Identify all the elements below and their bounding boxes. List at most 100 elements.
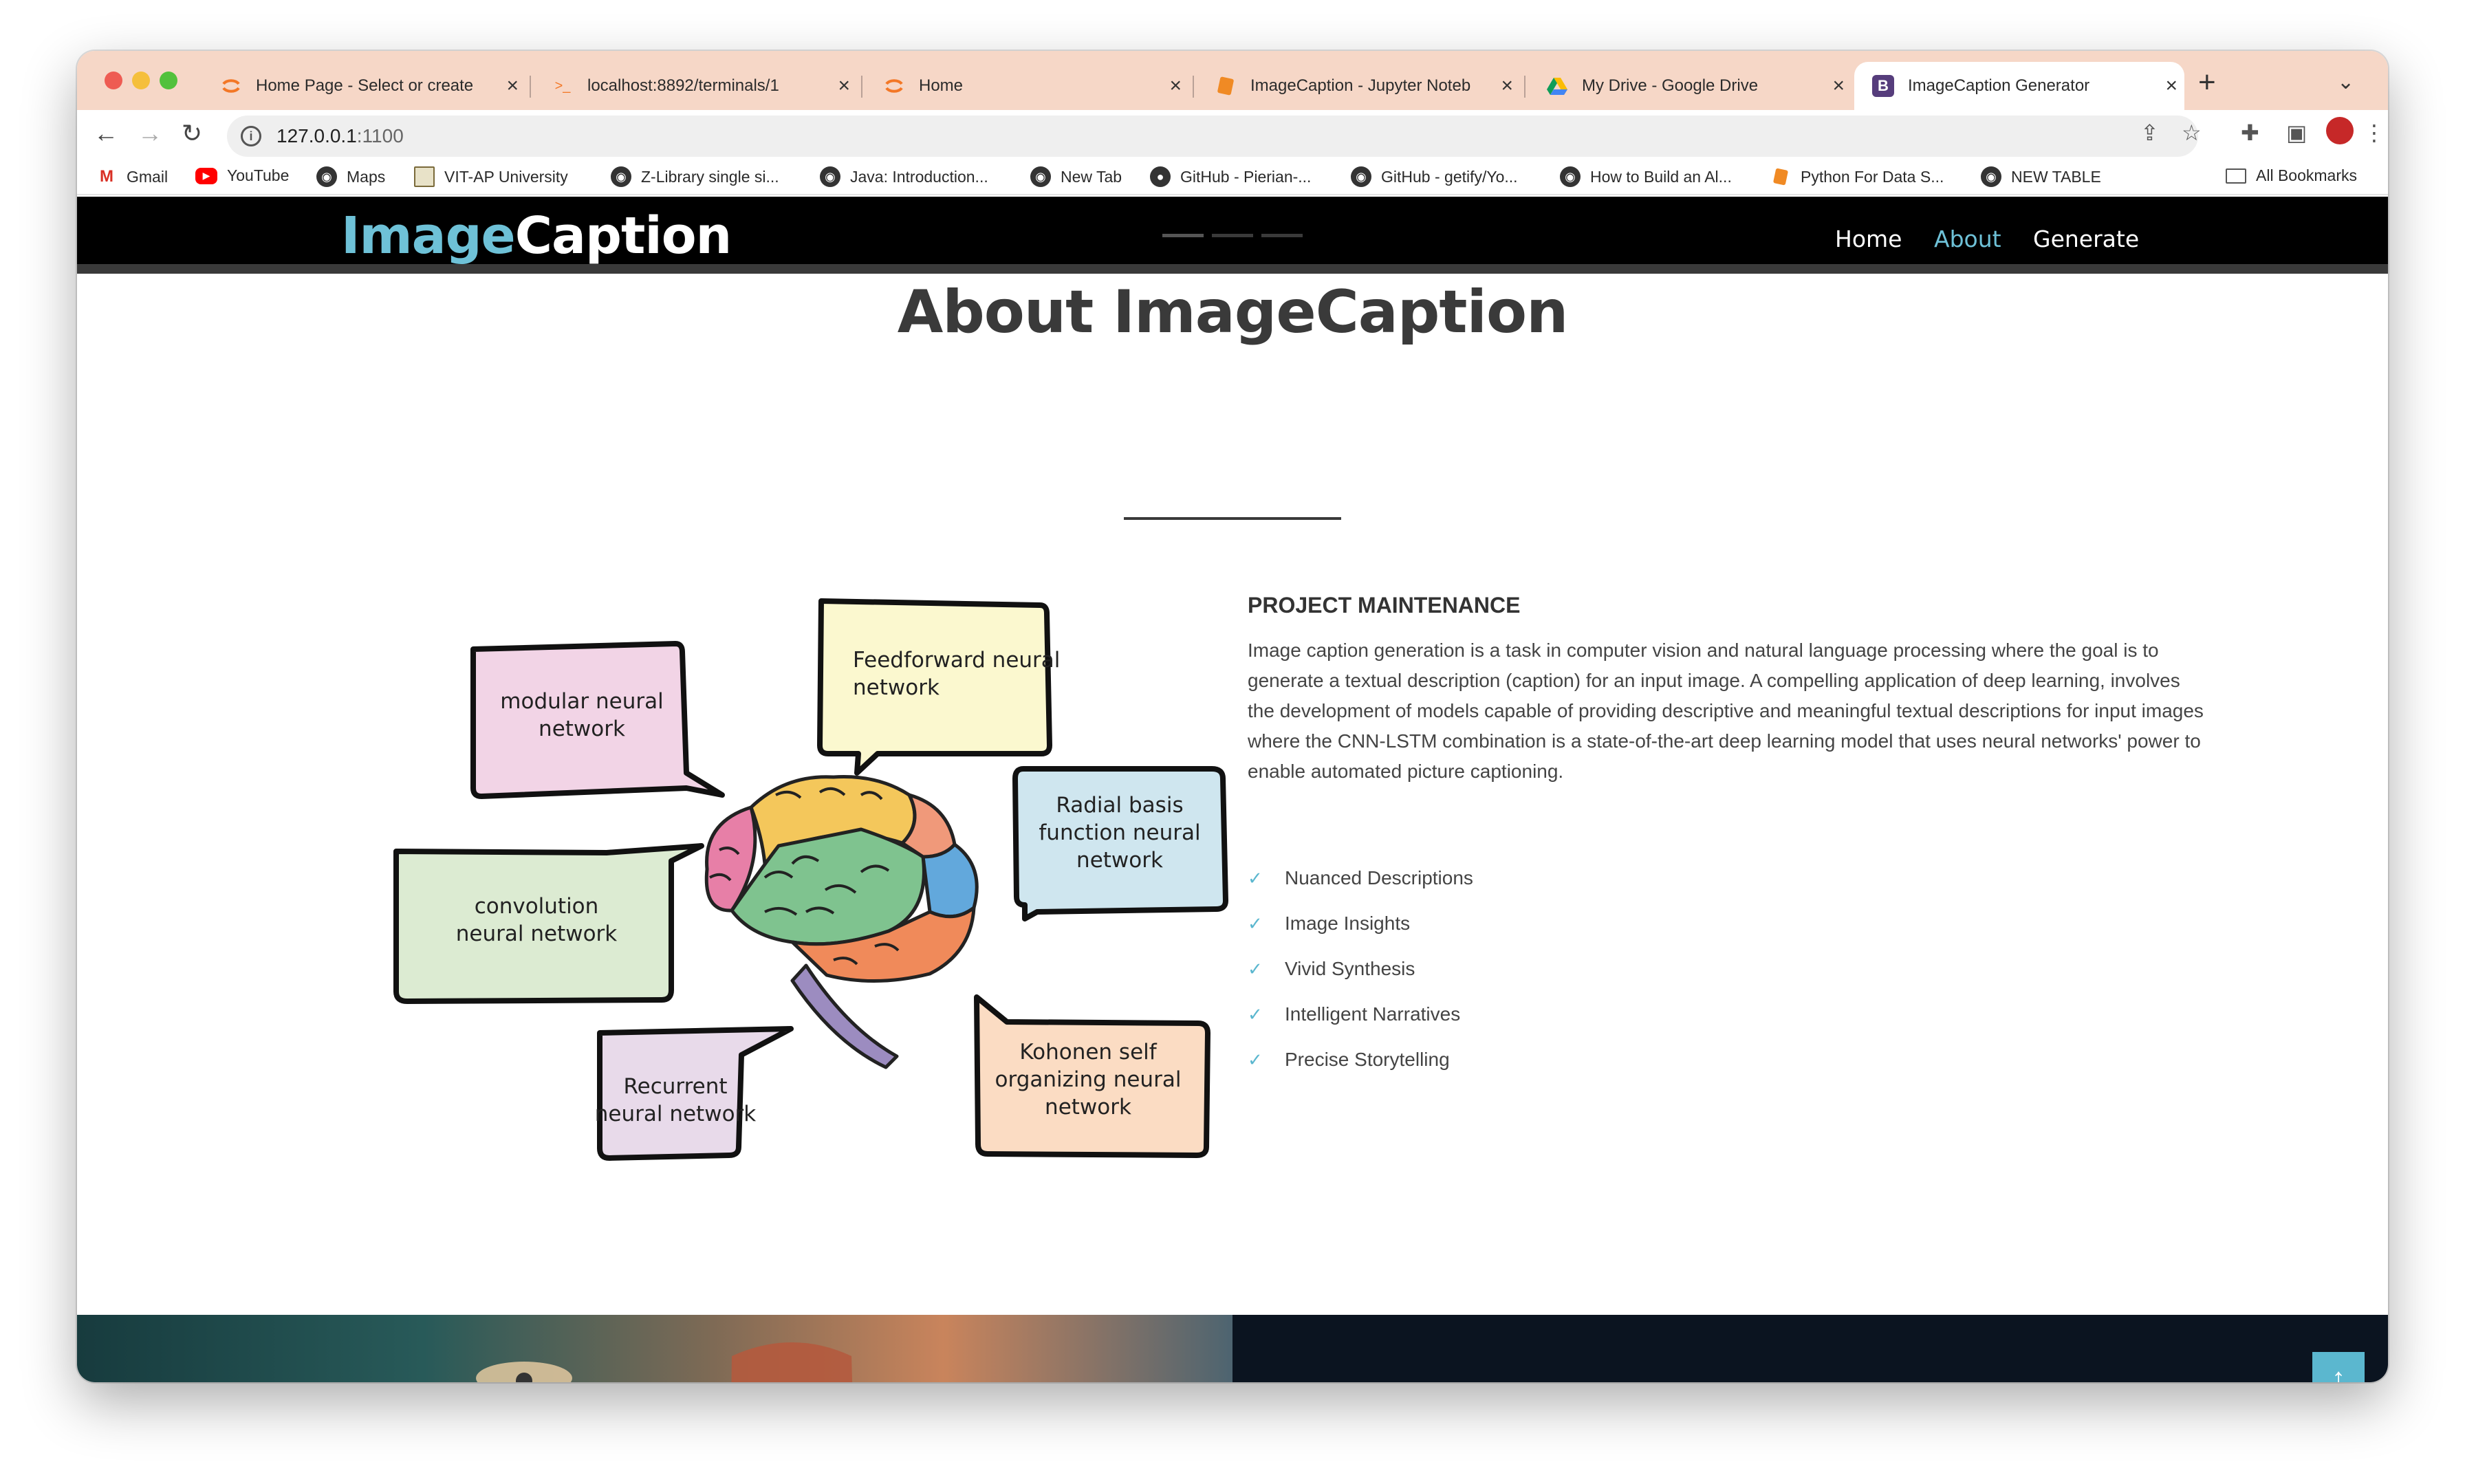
tab-title: localhost:8892/terminals/1 (587, 76, 779, 95)
loader-dash (1212, 234, 1253, 237)
bookmark-item[interactable]: ◉ Maps (316, 166, 385, 187)
browser-tab-active[interactable]: B ImageCaption Generator × (1854, 62, 2184, 110)
google-drive-icon (1546, 75, 1568, 97)
nav-about[interactable]: About (1934, 226, 2001, 252)
close-tab-icon[interactable]: × (506, 74, 519, 98)
list-item: ✓ Intelligent Narratives (1248, 992, 1473, 1037)
page-viewport: ImageCaption Home About Generate About I… (77, 197, 2388, 1382)
globe-icon: ◉ (316, 166, 337, 187)
globe-icon: ◉ (1030, 166, 1051, 187)
tab-title: Home Page - Select or create (256, 76, 474, 95)
bookmark-star-icon[interactable]: ☆ (2182, 120, 2202, 146)
close-window-button[interactable] (105, 72, 122, 89)
back-to-top-button[interactable]: ↑ (2312, 1352, 2365, 1382)
back-arrow-icon[interactable]: ← (94, 120, 118, 147)
jupyter-icon (220, 75, 242, 97)
chevron-down-icon[interactable]: ⌄ (2337, 70, 2354, 94)
globe-icon: ◉ (611, 166, 631, 187)
bookmark-label: VIT-AP University (444, 167, 568, 186)
side-panel-icon[interactable]: ▣ (2286, 120, 2307, 146)
url-text: 127.0.0.1:1100 (276, 125, 404, 146)
tab-title: ImageCaption - Jupyter Noteb (1250, 76, 1471, 95)
all-bookmarks-button[interactable]: All Bookmarks (2226, 166, 2357, 185)
close-tab-icon[interactable]: × (2165, 74, 2178, 98)
gallery-strip (77, 1315, 2388, 1382)
close-tab-icon[interactable]: × (838, 74, 850, 98)
close-tab-icon[interactable]: × (1832, 74, 1845, 98)
folder-icon (2226, 168, 2246, 184)
address-bar[interactable]: i 127.0.0.1:1100 (227, 116, 2198, 157)
tab-separator (530, 76, 531, 98)
new-tab-button[interactable]: + (2198, 67, 2216, 98)
gallery-image-left (77, 1315, 1232, 1382)
tab-title: Home (919, 76, 964, 95)
bookmark-label: Maps (347, 167, 386, 186)
bookmark-item[interactable]: ◉ GitHub - getify/Yo... (1351, 166, 1518, 187)
nav-home[interactable]: Home (1835, 226, 1902, 252)
bookmark-item[interactable]: VIT-AP University (414, 166, 568, 187)
site-info-icon[interactable]: i (241, 126, 261, 146)
project-description: Image caption generation is a task in co… (1248, 640, 2204, 782)
list-item: ✓ Nuanced Descriptions (1248, 855, 1473, 901)
bookmarks-bar: M Gmail ▶ YouTube ◉ Maps VIT-AP Universi… (77, 161, 2388, 195)
browser-tab[interactable]: ImageCaption - Jupyter Noteb × (1197, 62, 1520, 110)
notebook-icon (1770, 166, 1791, 187)
bookmark-label: New Tab (1061, 167, 1122, 186)
browser-window: Home Page - Select or create × >_ localh… (77, 51, 2388, 1382)
check-icon: ✓ (1248, 913, 1263, 934)
bookmark-label: All Bookmarks (2256, 166, 2357, 184)
globe-icon: ◉ (1560, 166, 1581, 187)
github-icon: ● (1150, 166, 1171, 187)
feature-label: Precise Storytelling (1285, 1049, 1450, 1070)
maximize-window-button[interactable] (160, 72, 177, 89)
bookmark-item[interactable]: M Gmail (96, 166, 168, 187)
feature-label: Image Insights (1285, 913, 1411, 934)
tab-separator (861, 76, 862, 98)
browser-tab[interactable]: My Drive - Google Drive × (1528, 62, 1852, 110)
check-icon: ✓ (1248, 1049, 1263, 1070)
page-title: About ImageCaption (897, 278, 1569, 347)
feature-label: Intelligent Narratives (1285, 1003, 1461, 1025)
bookmark-label: Z-Library single si... (641, 167, 779, 186)
browser-toolbar: ← → ↻ i 127.0.0.1:1100 ⇪ ☆ ✚ ▣ ⋮ (77, 110, 2388, 161)
youtube-icon: ▶ (195, 167, 217, 184)
bookmark-item[interactable]: ◉ NEW TABLE (1981, 166, 2101, 187)
list-item: ✓ Precise Storytelling (1248, 1037, 1473, 1082)
globe-icon: ◉ (1981, 166, 2001, 187)
gallery-illustration (476, 1342, 853, 1382)
reload-icon[interactable]: ↻ (182, 120, 202, 147)
bookmark-label: How to Build an Al... (1590, 167, 1732, 186)
bookmark-item[interactable]: ◉ New Tab (1030, 166, 1122, 187)
site-logo[interactable]: ImageCaption (341, 206, 732, 265)
profile-avatar-icon[interactable] (2326, 117, 2354, 144)
share-icon[interactable]: ⇪ (2140, 120, 2159, 146)
bookmark-item[interactable]: ◉ Z-Library single si... (611, 166, 779, 187)
close-tab-icon[interactable]: × (1169, 74, 1182, 98)
bookmark-item[interactable]: ◉ How to Build an Al... (1560, 166, 1732, 187)
minimize-window-button[interactable] (132, 72, 150, 89)
extensions-icon[interactable]: ✚ (2241, 120, 2259, 146)
bookmark-label: GitHub - Pierian-... (1180, 167, 1312, 186)
more-menu-icon[interactable]: ⋮ (2363, 120, 2385, 146)
loader-dash (1162, 234, 1204, 237)
bookmark-item[interactable]: Python For Data S... (1770, 166, 1944, 187)
title-underline (1124, 517, 1341, 520)
bookmark-item[interactable]: ● GitHub - Pierian-... (1150, 166, 1311, 187)
close-tab-icon[interactable]: × (1501, 74, 1513, 98)
tab-separator (1524, 76, 1525, 98)
check-icon: ✓ (1248, 958, 1263, 979)
bootstrap-icon: B (1872, 75, 1894, 97)
check-icon: ✓ (1248, 867, 1263, 888)
vit-icon (414, 166, 435, 187)
bookmark-label: YouTube (227, 166, 290, 184)
forward-arrow-icon[interactable]: → (138, 120, 162, 147)
browser-tab[interactable]: Home × (865, 62, 1188, 110)
gallery-image-right (1232, 1315, 2388, 1382)
notebook-icon (1215, 75, 1237, 97)
bookmark-item[interactable]: ◉ Java: Introduction... (820, 166, 988, 187)
nav-generate[interactable]: Generate (2033, 226, 2139, 252)
jupyter-icon (883, 75, 905, 97)
browser-tab[interactable]: Home Page - Select or create × (202, 62, 525, 110)
browser-tab[interactable]: >_ localhost:8892/terminals/1 × (534, 62, 857, 110)
bookmark-item[interactable]: ▶ YouTube (195, 166, 289, 185)
